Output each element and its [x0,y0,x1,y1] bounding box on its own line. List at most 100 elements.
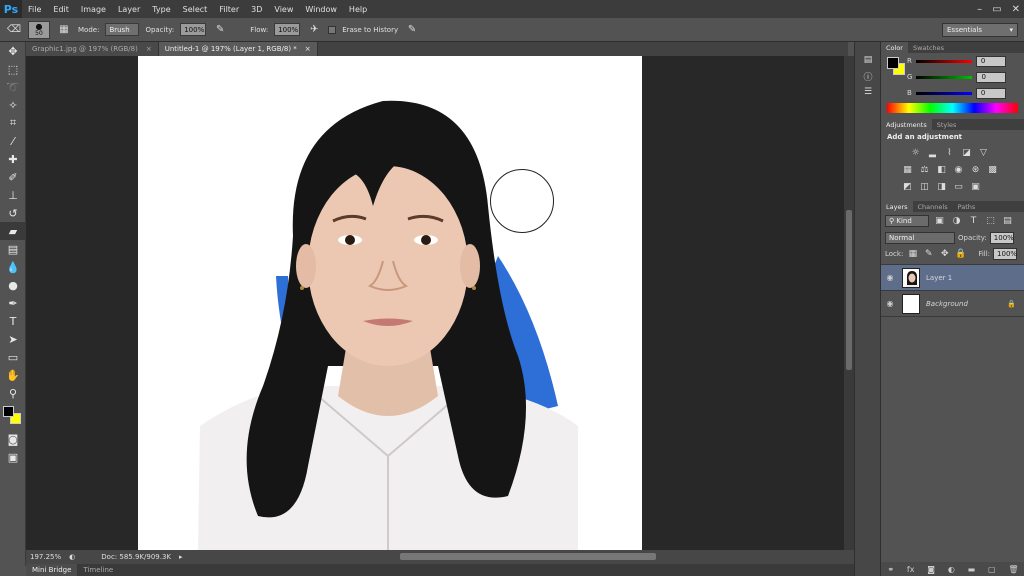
minimize-button[interactable]: – [977,4,982,15]
move-tool-icon[interactable]: ✥ [0,42,26,60]
eyedropper-tool-icon[interactable]: ⁄ [0,132,26,150]
opacity-input[interactable]: 100% [180,23,207,36]
fg-color-chip[interactable] [887,57,899,69]
tab-timeline[interactable]: Timeline [77,564,119,576]
properties-panel-icon[interactable]: ⓘ [855,68,881,84]
menu-type[interactable]: Type [146,5,176,14]
invert-icon[interactable]: ◩ [901,181,914,192]
brush-panel-icon[interactable]: ▦ [56,23,72,37]
lock-transparent-icon[interactable]: ▦ [906,249,919,260]
filter-pixel-icon[interactable]: ▣ [933,216,946,227]
close-tab-icon[interactable]: × [146,45,152,53]
actions-panel-icon[interactable]: ☰ [855,84,881,100]
green-value[interactable]: 0 [976,71,1007,83]
green-slider[interactable] [916,75,973,79]
photo-filter-icon[interactable]: ◉ [952,164,965,175]
curves-icon[interactable]: ⌇ [943,147,956,158]
menu-window[interactable]: Window [299,5,343,14]
red-slider[interactable] [915,59,972,63]
filter-adjustment-icon[interactable]: ◑ [950,216,963,227]
pressure-size-icon[interactable]: ✎ [404,23,420,37]
eraser-tool-preset-icon[interactable]: ⌫ [6,23,22,37]
filter-kind-select[interactable]: ⚲ Kind [885,215,929,227]
tab-layers[interactable]: Layers [881,201,913,212]
marquee-tool-icon[interactable]: ⬚ [0,60,26,78]
maximize-button[interactable]: ▭ [992,4,1001,15]
rectangle-tool-icon[interactable]: ▭ [0,348,26,366]
channel-mixer-icon[interactable]: ⊛ [969,164,982,175]
exposure-icon[interactable]: ◪ [960,147,973,158]
path-selection-tool-icon[interactable]: ➤ [0,330,26,348]
type-tool-icon[interactable]: T [0,312,26,330]
hand-tool-icon[interactable]: ✋ [0,366,26,384]
pen-tool-icon[interactable]: ✒ [0,294,26,312]
brush-preset-picker[interactable]: ● 50 [28,20,50,39]
foreground-color-swatch[interactable] [3,406,14,417]
lock-position-icon[interactable]: ✥ [938,249,951,260]
zoom-level[interactable]: 197.25% [30,553,61,561]
tab-paths[interactable]: Paths [953,201,981,212]
menu-view[interactable]: View [268,5,299,14]
zoom-tool-icon[interactable]: ⚲ [0,384,26,402]
black-white-icon[interactable]: ◧ [935,164,948,175]
gradient-map-icon[interactable]: ▭ [952,181,965,192]
color-spectrum-bar[interactable] [887,103,1018,113]
quick-mask-icon[interactable]: ◙ [0,430,26,448]
lock-pixels-icon[interactable]: ✎ [922,249,935,260]
menu-file[interactable]: File [22,5,47,14]
filter-shape-icon[interactable]: ⬚ [984,216,997,227]
history-panel-icon[interactable]: ▤ [855,52,881,68]
menu-help[interactable]: Help [343,5,373,14]
menu-edit[interactable]: Edit [47,5,75,14]
status-menu-arrow-icon[interactable]: ▸ [179,553,183,561]
blur-tool-icon[interactable]: 💧 [0,258,26,276]
close-button[interactable]: ✕ [1012,4,1020,15]
flow-input[interactable]: 100% [274,23,301,36]
screen-mode-icon[interactable]: ▣ [0,448,26,466]
fx-icon[interactable]: fx [907,565,915,574]
mask-icon[interactable]: ◙ [927,565,935,574]
new-layer-icon[interactable]: ▢ [988,565,996,574]
erase-history-checkbox[interactable] [328,25,337,34]
blue-value[interactable]: 0 [975,87,1006,99]
tab-untitled-1[interactable]: Untitled-1 @ 197% (Layer 1, RGB/8) * × [158,42,318,56]
mode-select[interactable]: Brush [105,23,140,36]
layer-row-background[interactable]: ◉ Background 🔒 [881,291,1024,317]
workspace-select[interactable]: Essentials ▾ [942,23,1018,37]
menu-filter[interactable]: Filter [213,5,245,14]
menu-select[interactable]: Select [177,5,214,14]
tab-styles[interactable]: Styles [932,119,962,130]
tab-graphic1[interactable]: Graphic1.jpg @ 197% (RGB/8) × [26,42,159,56]
adjustment-icon[interactable]: ◐ [948,565,955,574]
layer-name[interactable]: Layer 1 [926,274,952,282]
menu-3d[interactable]: 3D [245,5,268,14]
tab-adjustments[interactable]: Adjustments [881,119,932,130]
document-canvas[interactable] [138,56,642,550]
tab-swatches[interactable]: Swatches [908,42,949,53]
close-tab-icon[interactable]: × [305,45,311,53]
lasso-tool-icon[interactable]: ➰ [0,78,26,96]
tab-channels[interactable]: Channels [913,201,953,212]
link-icon[interactable]: ⚭ [887,565,894,574]
menu-image[interactable]: Image [75,5,112,14]
tab-mini-bridge[interactable]: Mini Bridge [26,564,78,576]
dodge-tool-icon[interactable]: ● [0,276,26,294]
blue-slider[interactable] [915,91,972,95]
brightness-icon[interactable]: ☼ [909,147,922,158]
horizontal-scroll-thumb[interactable] [400,553,656,560]
color-balance-icon[interactable]: ⚖ [918,164,931,175]
fill-input[interactable]: 100% [993,248,1017,260]
clone-stamp-tool-icon[interactable]: ⊥ [0,186,26,204]
folder-icon[interactable]: ▬ [968,565,976,574]
filter-smart-icon[interactable]: ▤ [1001,216,1014,227]
airbrush-icon[interactable]: ✈ [306,23,322,37]
tab-color[interactable]: Color [881,42,908,53]
status-info-icon[interactable]: ◐ [69,553,75,561]
menu-layer[interactable]: Layer [112,5,146,14]
canvas-area[interactable] [26,56,844,550]
history-brush-tool-icon[interactable]: ↺ [0,204,26,222]
hue-saturation-icon[interactable]: ▦ [901,164,914,175]
pressure-opacity-icon[interactable]: ✎ [212,23,228,37]
healing-brush-tool-icon[interactable]: ✚ [0,150,26,168]
trash-icon[interactable]: 🗑 [1008,565,1018,574]
